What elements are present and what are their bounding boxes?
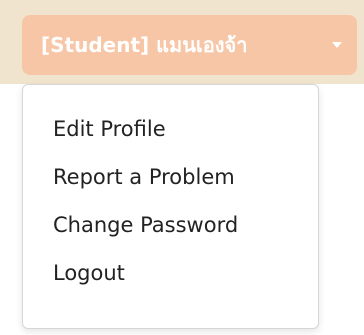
top-bar: [Student] แมนเองจ้า (0, 0, 364, 84)
user-menu-label: [Student] แมนเองจ้า (41, 33, 248, 57)
menu-item-report-problem[interactable]: Report a Problem (23, 153, 318, 201)
menu-item-logout[interactable]: Logout (23, 249, 318, 297)
user-dropdown-menu: Edit Profile Report a Problem Change Pas… (22, 84, 319, 329)
menu-item-edit-profile[interactable]: Edit Profile (23, 105, 318, 153)
caret-down-icon (332, 42, 342, 48)
user-menu-button[interactable]: [Student] แมนเองจ้า (22, 15, 357, 75)
menu-item-change-password[interactable]: Change Password (23, 201, 318, 249)
